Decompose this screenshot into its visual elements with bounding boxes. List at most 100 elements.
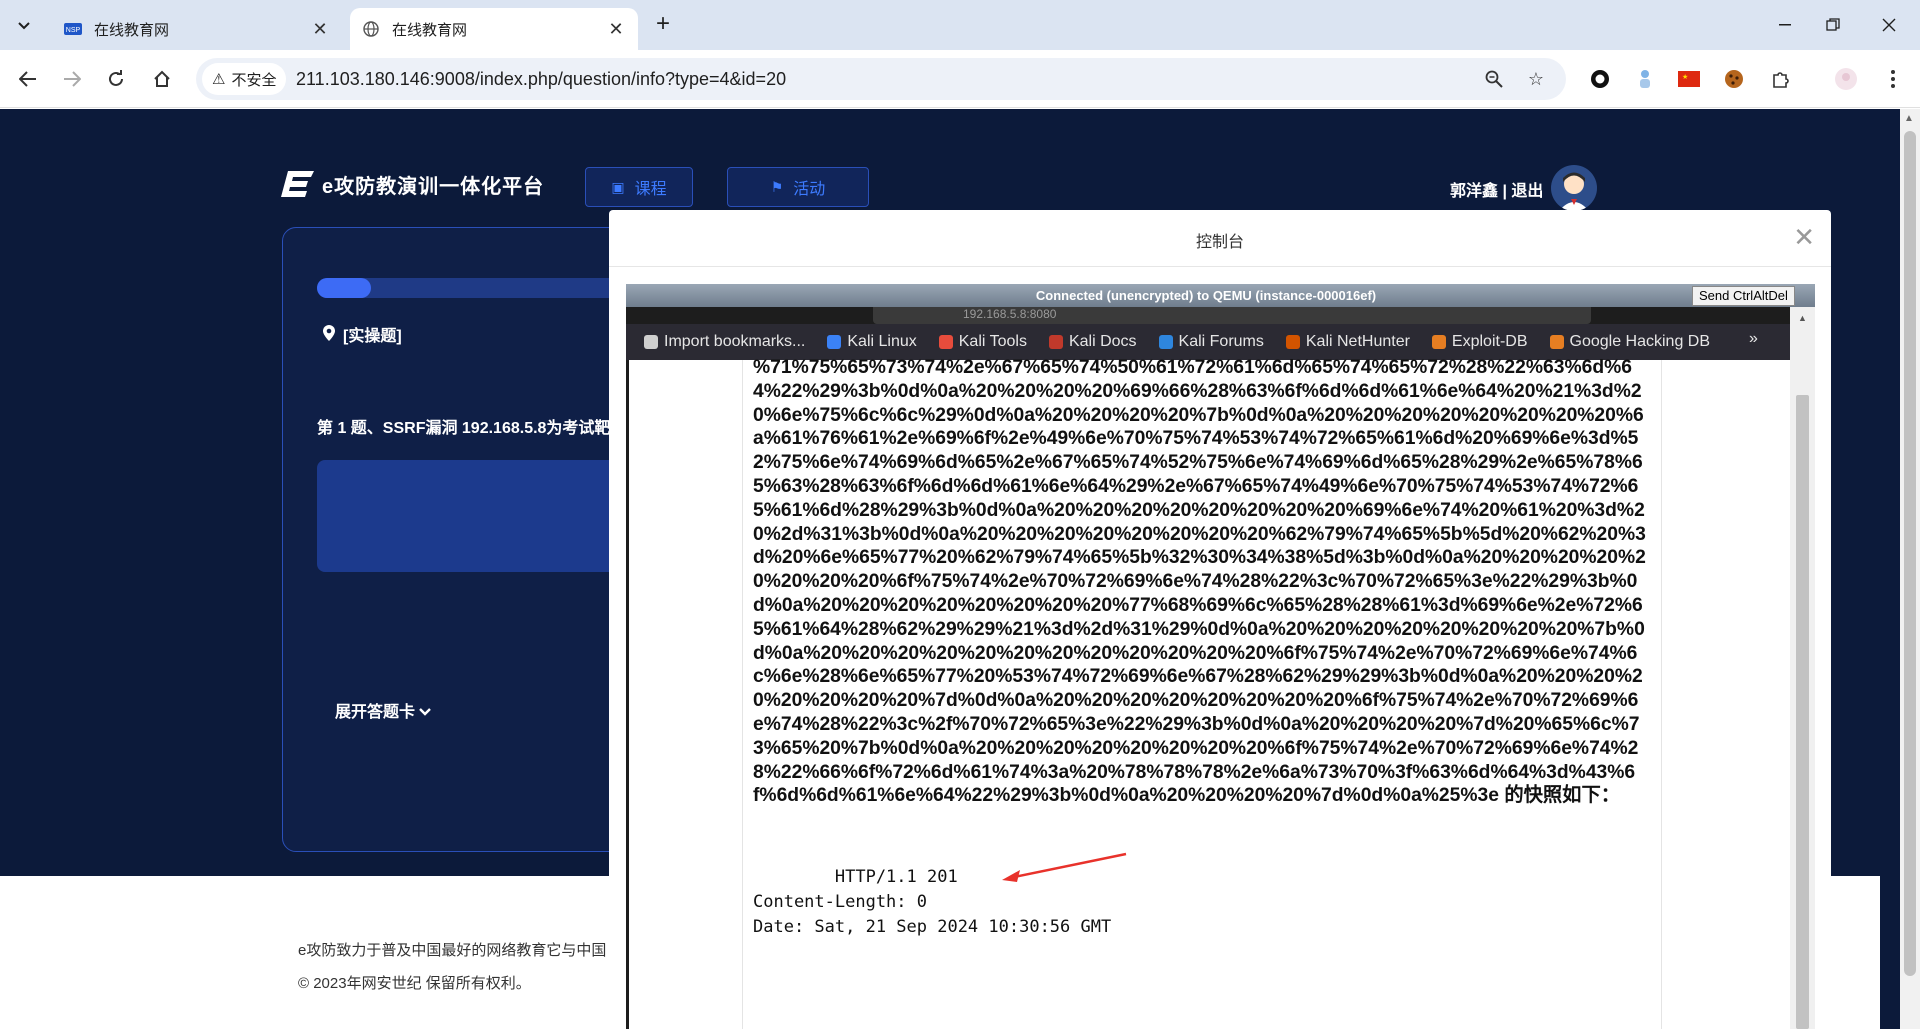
- nav-courses-button[interactable]: ▣ 课程: [585, 167, 693, 207]
- scroll-up-icon[interactable]: ▲: [1904, 113, 1914, 124]
- url-text[interactable]: 211.103.180.146:9008/index.php/question/…: [296, 69, 786, 90]
- question-type-label: [实操题]: [343, 328, 402, 345]
- tab-title: 在线教育网: [392, 21, 468, 39]
- firefox-bookmarks-bar: Import bookmarks... Kali Linux Kali Tool…: [626, 324, 1790, 360]
- kali-docs-icon: [1048, 335, 1063, 349]
- user-area: 郭洋鑫 | 退出: [1450, 177, 1543, 201]
- profile-avatar-icon[interactable]: [1833, 66, 1859, 92]
- bookmark-label: Kali Tools: [958, 333, 1027, 350]
- date-line: Date: Sat, 21 Sep 2024 10:30:56 GMT: [753, 917, 1112, 937]
- scroll-thumb[interactable]: [1904, 131, 1916, 976]
- tab-active[interactable]: 在线教育网 ✕: [350, 8, 638, 50]
- scroll-thumb[interactable]: [1796, 395, 1809, 1029]
- bookmark-label: Kali Forums: [1178, 333, 1264, 350]
- vnc-viewer[interactable]: Connected (unencrypted) to QEMU (instanc…: [626, 284, 1815, 1029]
- bookmark-star-icon[interactable]: ☆: [1524, 67, 1548, 91]
- modal-header: 控制台 ✕: [609, 210, 1831, 267]
- avatar[interactable]: [1551, 165, 1597, 211]
- puzzle-extensions-icon[interactable]: [1768, 66, 1794, 92]
- bookmark-import[interactable]: Import bookmarks...: [644, 333, 805, 351]
- window-close-icon[interactable]: [1866, 10, 1912, 40]
- user-separator: |: [1502, 183, 1507, 200]
- bookmark-kali-docs[interactable]: Kali Docs: [1048, 333, 1137, 351]
- tab-inactive[interactable]: NSP 在线教育网 ✕: [52, 8, 342, 50]
- firefox-url-text: 192.168.5.8:8080: [963, 307, 1057, 321]
- logout-link[interactable]: 退出: [1511, 183, 1543, 200]
- expand-label: 展开答题卡: [335, 704, 416, 721]
- cookie-icon[interactable]: [1721, 66, 1747, 92]
- kebab-menu-icon[interactable]: [1880, 66, 1906, 92]
- logo-text: e攻防教演训一体化平台: [322, 175, 545, 198]
- firefox-page: %71%75%65%73%74%2e%67%65%74%50%61%72%61%…: [629, 357, 1790, 1029]
- svg-text:NSP: NSP: [66, 27, 81, 34]
- kali-dragon-icon: [827, 335, 842, 349]
- kali-forums-icon: [1158, 335, 1173, 349]
- extension-circle-icon[interactable]: [1587, 66, 1613, 92]
- tab-close-icon[interactable]: ✕: [310, 19, 330, 40]
- expand-answer-card-button[interactable]: 展开答题卡: [335, 698, 432, 722]
- location-pin-icon: [323, 324, 335, 344]
- question-title: 第 1 题、SSRF漏洞 192.168.5.8为考试靶: [317, 420, 611, 437]
- site-favicon-icon: NSP: [64, 20, 82, 38]
- restore-icon[interactable]: [1810, 10, 1856, 40]
- scroll-up-icon[interactable]: ▲: [1798, 313, 1807, 323]
- bookmark-exploit-db[interactable]: Exploit-DB: [1431, 333, 1528, 351]
- warning-icon: ⚠: [212, 71, 226, 88]
- tab-close-icon[interactable]: ✕: [606, 19, 626, 40]
- extension-figure-icon[interactable]: [1632, 66, 1658, 92]
- vnc-status-text: Connected (unencrypted) to QEMU (instanc…: [1035, 288, 1377, 303]
- bookmark-google-hacking-db[interactable]: Google Hacking DB: [1549, 333, 1711, 351]
- bookmark-kali-tools[interactable]: Kali Tools: [938, 333, 1027, 351]
- china-flag-icon[interactable]: ★: [1676, 66, 1702, 92]
- reload-icon[interactable]: [100, 63, 132, 95]
- vnc-page-scrollbar[interactable]: ▲: [1790, 307, 1815, 1029]
- minimize-icon[interactable]: [1762, 10, 1808, 40]
- nav-activities-button[interactable]: ⚑ 活动: [727, 167, 869, 207]
- firefox-urlbar[interactable]: 192.168.5.8:8080: [873, 307, 1591, 324]
- chevron-down-icon: [18, 22, 30, 30]
- site-logo[interactable]: e攻防教演训一体化平台: [280, 169, 544, 199]
- new-tab-button[interactable]: +: [650, 12, 676, 38]
- page-scrollbar[interactable]: ▲: [1900, 109, 1920, 1029]
- nethunter-icon: [1285, 335, 1300, 349]
- address-bar[interactable]: ⚠ 不安全 211.103.180.146:9008/index.php/que…: [196, 58, 1566, 100]
- bookmark-kali-forums[interactable]: Kali Forums: [1158, 333, 1264, 351]
- bookmark-label: Kali Docs: [1068, 333, 1137, 350]
- content-length-line: Content-Length: 0: [753, 892, 927, 912]
- security-chip[interactable]: ⚠ 不安全: [202, 63, 287, 95]
- ghdb-icon: [1549, 335, 1564, 349]
- bookmark-label: Import bookmarks...: [664, 333, 806, 350]
- exploit-db-icon: [1431, 335, 1446, 349]
- console-modal: 控制台 ✕ Connected (unencrypted) to QEMU (i…: [609, 210, 1831, 1029]
- import-icon: [644, 335, 658, 349]
- url-encoded-payload: %71%75%65%73%74%2e%67%65%74%50%61%72%61%…: [753, 356, 1653, 808]
- tab-title: 在线教育网: [94, 21, 170, 39]
- book-icon: ▣: [611, 178, 625, 195]
- bookmarks-overflow-icon[interactable]: »: [1749, 330, 1758, 348]
- bookmark-label: Kali NetHunter: [1305, 333, 1410, 350]
- user-name[interactable]: 郭洋鑫: [1450, 183, 1498, 200]
- send-ctrl-alt-del-button[interactable]: Send CtrlAltDel: [1692, 286, 1795, 306]
- tab-strip: NSP 在线教育网 ✕ 在线教育网 ✕ +: [0, 0, 1920, 50]
- progress-fill: [317, 278, 371, 298]
- snapshot-label: 的快照如下：: [1498, 785, 1621, 807]
- content-column: %71%75%65%73%74%2e%67%65%74%50%61%72%61%…: [742, 357, 1662, 1029]
- back-arrow-icon[interactable]: [12, 63, 44, 95]
- svg-text:★: ★: [1682, 73, 1688, 81]
- zoom-icon[interactable]: [1482, 67, 1506, 91]
- chevron-down-icon: [419, 708, 432, 716]
- modal-title: 控制台: [1195, 234, 1244, 251]
- tab-search-button[interactable]: [10, 12, 38, 40]
- footer-copyright: © 2023年网安世纪 保留所有权利。: [298, 975, 531, 992]
- bookmark-label: Google Hacking DB: [1569, 333, 1711, 350]
- forward-arrow-icon[interactable]: [56, 63, 88, 95]
- modal-close-icon[interactable]: ✕: [1793, 222, 1815, 253]
- bookmark-kali-linux[interactable]: Kali Linux: [827, 333, 917, 351]
- nav-activities-label: 活动: [793, 181, 826, 198]
- logo-e-icon: [281, 171, 314, 197]
- vnc-status-bar: Connected (unencrypted) to QEMU (instanc…: [626, 284, 1815, 307]
- home-icon[interactable]: [146, 63, 178, 95]
- bookmark-label: Exploit-DB: [1451, 333, 1528, 350]
- nav-courses-label: 课程: [634, 181, 667, 198]
- bookmark-kali-nethunter[interactable]: Kali NetHunter: [1285, 333, 1410, 351]
